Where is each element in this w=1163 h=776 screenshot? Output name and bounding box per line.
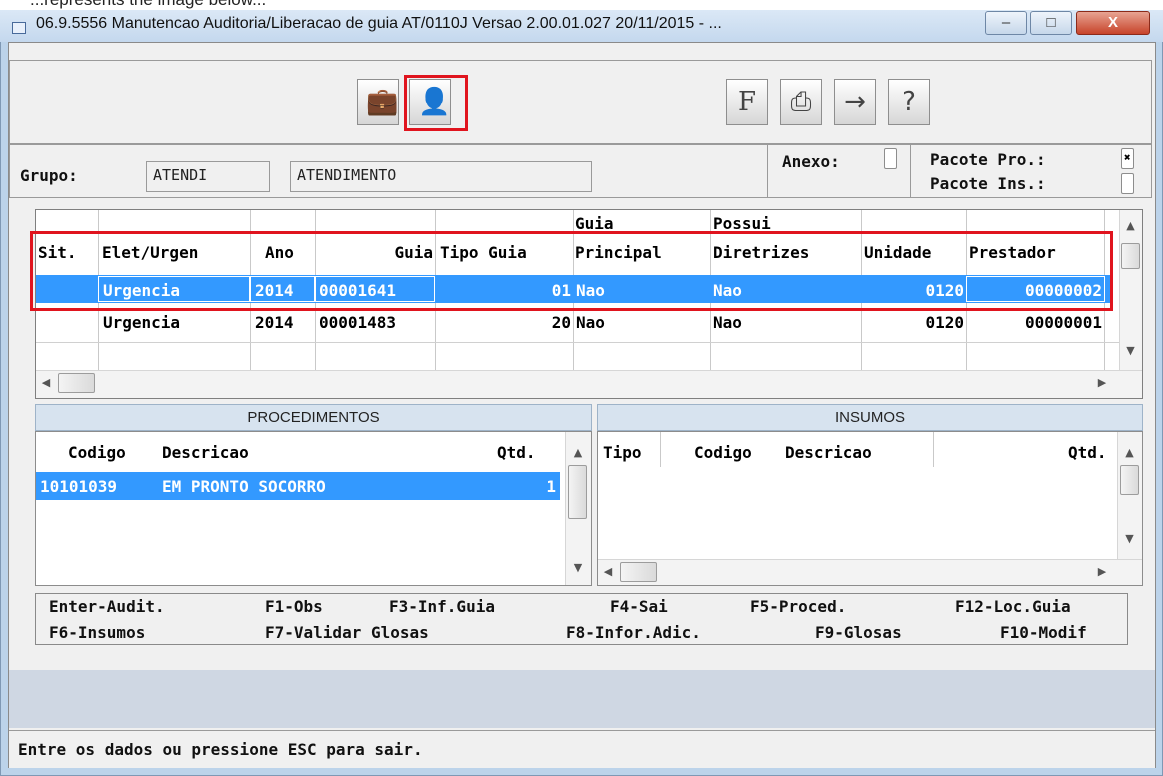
minimize-icon: – [1001, 14, 1011, 31]
separator [910, 144, 911, 198]
group-label: Grupo: [20, 166, 78, 185]
cell-principal: Nao [576, 313, 605, 332]
pacote-pro-label: Pacote Pro.: [930, 150, 1046, 169]
maximize-icon: □ [1046, 14, 1056, 31]
scrollbar-thumb[interactable] [1121, 243, 1140, 269]
fkey-f7-validar-glosas[interactable]: F7-Validar Glosas [265, 623, 429, 642]
fkey-f1-obs[interactable]: F1-Obs [265, 597, 323, 616]
group-description-field[interactable]: ATENDIMENTO [290, 161, 592, 192]
ins-header-descricao: Descricao [785, 443, 872, 462]
f-key-icon: F [737, 87, 757, 117]
scroll-up-icon[interactable]: ▲ [1117, 446, 1142, 459]
scrollbar-thumb[interactable] [568, 465, 587, 519]
group-code-field[interactable]: ATENDI [146, 161, 270, 192]
cell-elet-urgen: Urgencia [103, 313, 181, 332]
scroll-down-icon[interactable]: ▼ [1119, 344, 1142, 357]
proc-header-qtd: Qtd. [497, 443, 536, 462]
proc-cell-descricao: EM PRONTO SOCORRO [162, 477, 326, 496]
scroll-down-icon[interactable]: ▼ [565, 561, 591, 574]
proc-header-codigo: Codigo [68, 443, 126, 462]
briefcase-button[interactable]: 💼 [357, 79, 399, 125]
highlight-box-toolbar [404, 75, 468, 131]
f-key-button[interactable]: F [726, 79, 768, 125]
empty-bar [9, 670, 1155, 728]
cell-tipo-guia: 20 [551, 313, 571, 332]
pacote-pro-checkbox[interactable]: ✖ [1121, 148, 1134, 169]
toolbar [9, 60, 1152, 144]
close-button[interactable]: X [1076, 11, 1150, 35]
scroll-right-icon[interactable]: ▶ [1094, 565, 1110, 578]
insumos-header: INSUMOS [597, 404, 1143, 431]
minimize-button[interactable]: – [985, 11, 1027, 35]
anexo-checkbox[interactable] [884, 148, 897, 169]
ins-header-codigo: Codigo [694, 443, 752, 462]
pacote-ins-label: Pacote Ins.: [930, 174, 1046, 193]
fkey-f4-sai[interactable]: F4-Sai [610, 597, 668, 616]
cell-prestador: 00000001 [1024, 313, 1102, 332]
scrollbar-thumb[interactable] [620, 562, 657, 582]
proc-cell-codigo: 10101039 [40, 477, 118, 496]
fkey-enter-audit[interactable]: Enter-Audit. [49, 597, 165, 616]
scroll-left-icon[interactable]: ◀ [600, 565, 616, 578]
fkey-f5-proced[interactable]: F5-Proced. [750, 597, 846, 616]
scroll-up-icon[interactable]: ▲ [1119, 219, 1142, 232]
row-divider [36, 342, 1119, 343]
window-title: 06.9.5556 Manutencao Auditoria/Liberacao… [36, 15, 722, 32]
cell-ano: 2014 [255, 313, 294, 332]
fkey-f10-modif[interactable]: F10-Modif [1000, 623, 1087, 642]
close-icon: X [1107, 14, 1118, 31]
scrollbar-thumb[interactable] [58, 373, 95, 393]
briefcase-icon: 💼 [366, 87, 399, 117]
fkey-f9-glosas[interactable]: F9-Glosas [815, 623, 902, 642]
app-icon [12, 22, 26, 34]
scroll-left-icon[interactable]: ◀ [38, 376, 54, 389]
exit-door-icon: → [844, 87, 866, 117]
status-message: Entre os dados ou pressione ESC para sai… [18, 740, 423, 759]
scroll-right-icon[interactable]: ▶ [1094, 376, 1110, 389]
help-button[interactable]: ? [888, 79, 930, 125]
exit-button[interactable]: → [834, 79, 876, 125]
anexo-label: Anexo: [782, 152, 840, 171]
top-caption: ...represents the image below... [30, 0, 266, 10]
separator [767, 144, 768, 198]
proc-header-descricao: Descricao [162, 443, 249, 462]
scroll-down-icon[interactable]: ▼ [1117, 532, 1142, 545]
cell-diretrizes: Nao [713, 313, 742, 332]
pacote-ins-checkbox[interactable] [1121, 173, 1134, 194]
cell-guia: 00001483 [319, 313, 397, 332]
fkey-f6-insumos[interactable]: F6-Insumos [49, 623, 145, 642]
fkey-f12-loc-guia[interactable]: F12-Loc.Guia [955, 597, 1071, 616]
column-divider [933, 432, 934, 467]
grid-horizontal-scrollbar[interactable] [36, 370, 1142, 398]
checkbox-mark-icon: ✖ [1124, 151, 1131, 164]
column-divider [660, 432, 661, 467]
procedimentos-header: PROCEDIMENTOS [35, 404, 592, 431]
insumos-horizontal-scrollbar[interactable] [598, 559, 1142, 585]
scrollbar-thumb[interactable] [1120, 465, 1139, 495]
ins-header-qtd: Qtd. [1068, 443, 1107, 462]
ins-header-tipo: Tipo [603, 443, 642, 462]
fkey-f3-inf-guia[interactable]: F3-Inf.Guia [389, 597, 495, 616]
scroll-up-icon[interactable]: ▲ [565, 446, 591, 459]
highlight-box-grid [30, 231, 1113, 311]
printer-icon: ⎙ [790, 87, 812, 117]
cell-unidade: 0120 [925, 313, 964, 332]
proc-cell-qtd: 1 [546, 477, 556, 496]
maximize-button[interactable]: □ [1030, 11, 1072, 35]
fkey-f8-infor-adic[interactable]: F8-Infor.Adic. [566, 623, 701, 642]
help-icon: ? [902, 87, 916, 117]
print-button[interactable]: ⎙ [780, 79, 822, 125]
